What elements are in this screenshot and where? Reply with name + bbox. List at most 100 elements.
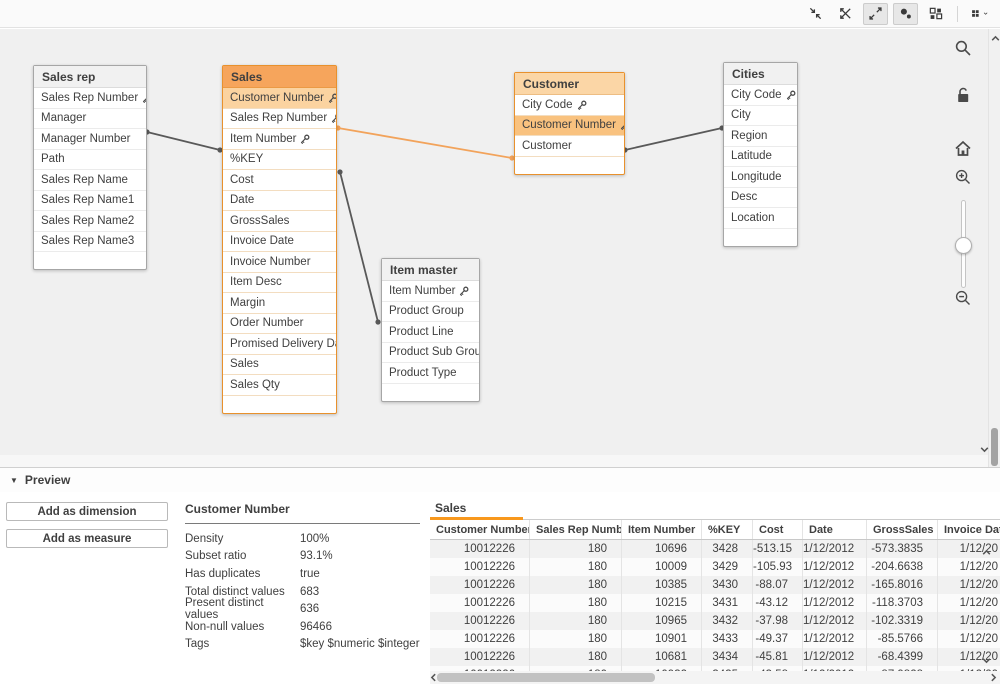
model-table-sales[interactable]: SalesCustomer NumberSales Rep NumberItem… — [222, 65, 337, 414]
collapse-arrows-button[interactable] — [803, 3, 828, 25]
field-customer-customer[interactable]: Customer — [515, 136, 624, 157]
collapse-caret-icon[interactable]: ▼ — [10, 476, 18, 485]
field-sales-date[interactable]: Date — [223, 191, 336, 212]
grid-cell: -204.6638 — [867, 558, 938, 576]
field-label: Item Number — [230, 133, 296, 145]
field-customer-city-code[interactable]: City Code — [515, 95, 624, 116]
field-sales-customer-number[interactable]: Customer Number — [223, 88, 336, 109]
add-as-dimension-button[interactable]: Add as dimension — [6, 502, 168, 521]
field-sales-sales-qty[interactable]: Sales Qty — [223, 375, 336, 396]
model-table-title[interactable]: Item master — [382, 259, 479, 281]
grid-layout-button[interactable] — [923, 3, 948, 25]
scroll-up-icon[interactable] — [990, 33, 1000, 44]
model-table-item-master[interactable]: Item masterItem NumberProduct Group Produ… — [381, 258, 480, 402]
model-table-footer — [515, 157, 624, 174]
canvas-vertical-scrollbar[interactable] — [988, 29, 1000, 467]
field-label: Sales Rep Name2 — [41, 215, 134, 227]
field-cities-city-code[interactable]: City Code — [724, 85, 797, 106]
field-item-master-product-type[interactable]: Product Type — [382, 363, 479, 384]
field-sales-rep-sales-rep-name1[interactable]: Sales Rep Name1 — [34, 191, 146, 212]
field-sales-rep-manager-number[interactable]: Manager Number — [34, 129, 146, 150]
field-item-master-item-number[interactable]: Item Number — [382, 281, 479, 302]
field-label: Sales Rep Number — [41, 92, 138, 104]
field-item-master-product-sub-group[interactable]: Product Sub Group — [382, 343, 479, 364]
field-details-rows: Density100%Subset ratio93.1%Has duplicat… — [185, 524, 420, 653]
canvas-horizontal-scrollbar[interactable] — [0, 455, 988, 467]
zoom-in-button[interactable] — [954, 168, 972, 186]
field-cities-latitude[interactable]: Latitude — [724, 147, 797, 168]
field-sales-invoice-date[interactable]: Invoice Date — [223, 232, 336, 253]
grid-horizontal-scrollbar[interactable] — [430, 671, 1000, 684]
field-label: City Code — [731, 89, 782, 101]
field-sales-key[interactable]: %KEY — [223, 150, 336, 171]
grid-col-item-number: Item Number — [622, 520, 702, 539]
field-sales-cost[interactable]: Cost — [223, 170, 336, 191]
key-icon — [142, 93, 146, 103]
zoom-out-button[interactable] — [954, 289, 972, 307]
model-table-footer — [382, 384, 479, 401]
model-table-title[interactable]: Sales — [223, 66, 336, 88]
field-sales-item-number[interactable]: Item Number — [223, 129, 336, 150]
field-customer-customer-number[interactable]: Customer Number — [515, 116, 624, 137]
expand-arrows-button[interactable] — [863, 3, 888, 25]
field-sales-item-desc[interactable]: Item Desc — [223, 273, 336, 294]
grid-header-row: Customer NumberSales Rep NumberItem Numb… — [430, 520, 1000, 540]
model-table-title[interactable]: Cities — [724, 63, 797, 85]
field-sales-grosssales[interactable]: GrossSales — [223, 211, 336, 232]
grid-row: 10012226180100093429-105.931/12/2012-204… — [430, 558, 1000, 576]
field-label: Product Line — [389, 326, 454, 338]
top-toolbar — [0, 0, 1000, 28]
bubble-layout-button[interactable] — [893, 3, 918, 25]
views-menu-button[interactable] — [967, 3, 992, 25]
grid-scroll-down-icon[interactable] — [981, 655, 992, 666]
model-table-sales-rep[interactable]: Sales rep Sales Rep Number ManagerManager … — [33, 65, 147, 270]
collapse-cross-button[interactable] — [833, 3, 858, 25]
collapse-cross-icon — [838, 6, 853, 21]
zoom-slider-thumb[interactable] — [955, 237, 972, 254]
field-sales-rep-manager[interactable]: Manager — [34, 109, 146, 130]
model-table-customer[interactable]: CustomerCity CodeCustomer NumberCustomer — [514, 72, 625, 175]
connection-customer-cities — [622, 125, 724, 152]
data-model-canvas[interactable]: Sales rep Sales Rep Number ManagerManager … — [0, 29, 988, 455]
field-sales-rep-sales-rep-number[interactable]: Sales Rep Number — [34, 88, 146, 109]
grid-body: 10012226180106963428-513.151/12/2012-573… — [430, 540, 1000, 671]
detail-label: Subset ratio — [185, 550, 300, 562]
field-cities-city[interactable]: City — [724, 106, 797, 127]
field-label: Sales — [230, 358, 259, 370]
canvas-scrollbar-thumb[interactable] — [991, 428, 998, 466]
grid-scrollbar-thumb[interactable] — [437, 673, 655, 682]
field-sales-rep-sales-rep-name[interactable]: Sales Rep Name — [34, 170, 146, 191]
unlock-button[interactable] — [954, 86, 972, 104]
field-item-master-product-line[interactable]: Product Line — [382, 322, 479, 343]
field-cities-longitude[interactable]: Longitude — [724, 167, 797, 188]
field-sales-promised-delivery-date[interactable]: Promised Delivery Date — [223, 334, 336, 355]
grid-cell: 10012226 — [430, 540, 530, 558]
key-icon — [328, 93, 336, 103]
grid-cell: 180 — [530, 612, 622, 630]
detail-value: 683 — [300, 586, 319, 598]
field-sales-rep-path[interactable]: Path — [34, 150, 146, 171]
field-sales-invoice-number[interactable]: Invoice Number — [223, 252, 336, 273]
field-sales-rep-sales-rep-name2[interactable]: Sales Rep Name2 — [34, 211, 146, 232]
field-cities-location[interactable]: Location — [724, 208, 797, 229]
model-table-title[interactable]: Customer — [515, 73, 624, 95]
search-button[interactable] — [954, 39, 972, 57]
field-sales-order-number[interactable]: Order Number — [223, 314, 336, 335]
preview-header[interactable]: ▼ Preview — [0, 468, 1000, 492]
field-item-master-product-group[interactable]: Product Group — [382, 302, 479, 323]
model-table-title[interactable]: Sales rep — [34, 66, 146, 88]
field-cities-desc[interactable]: Desc — [724, 188, 797, 209]
scroll-down-icon[interactable] — [979, 444, 990, 455]
grid-scroll-up-icon[interactable] — [981, 547, 992, 558]
home-button[interactable] — [954, 139, 972, 157]
field-sales-sales-rep-number[interactable]: Sales Rep Number — [223, 109, 336, 130]
scroll-right-icon[interactable] — [988, 672, 999, 683]
grid-cell: 1/12/2012 — [803, 558, 867, 576]
model-table-cities[interactable]: Cities City Code CityRegionLatitudeLongitu… — [723, 62, 798, 247]
field-cities-region[interactable]: Region — [724, 126, 797, 147]
detail-label: Tags — [185, 638, 300, 650]
add-as-measure-button[interactable]: Add as measure — [6, 529, 168, 548]
field-sales-margin[interactable]: Margin — [223, 293, 336, 314]
field-sales-sales[interactable]: Sales — [223, 355, 336, 376]
field-sales-rep-sales-rep-name3[interactable]: Sales Rep Name3 — [34, 232, 146, 253]
